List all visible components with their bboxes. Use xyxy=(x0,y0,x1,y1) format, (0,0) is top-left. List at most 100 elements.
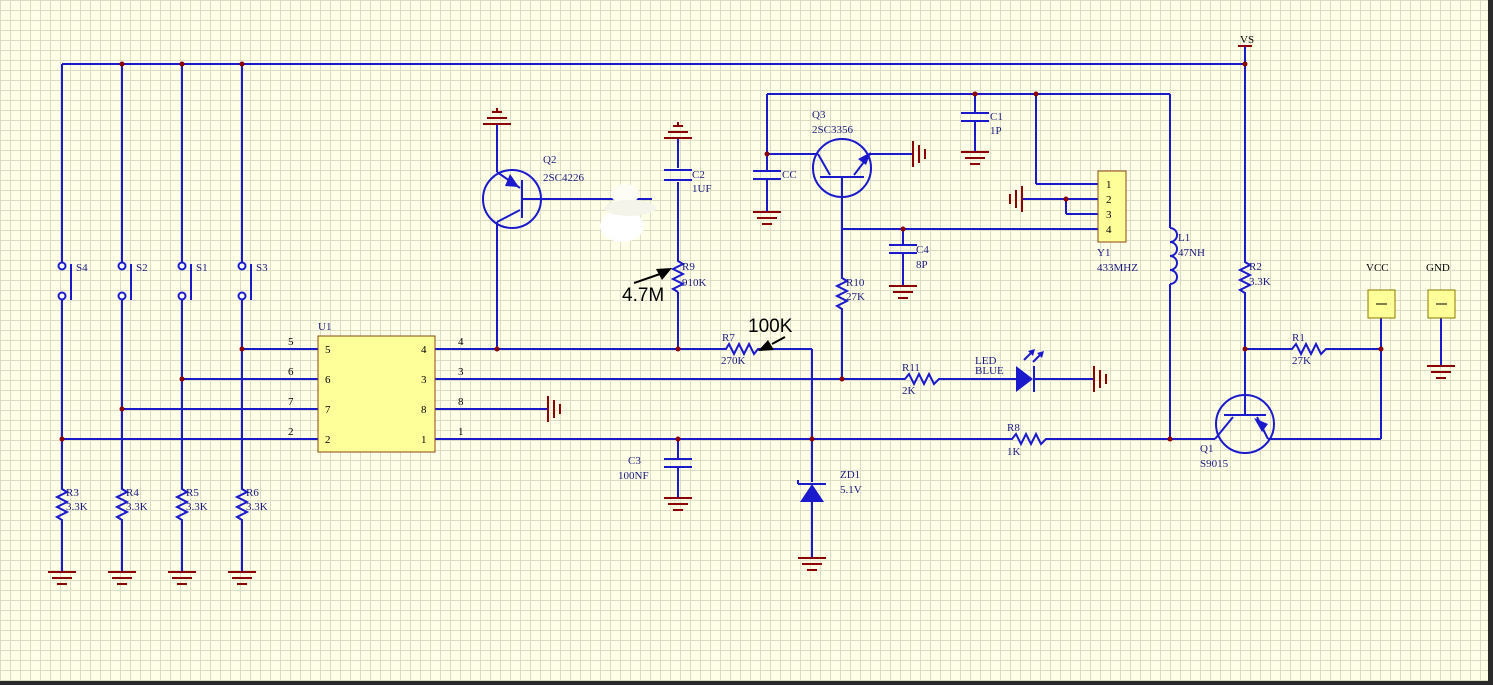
resistor-r10: R10 27K xyxy=(834,268,865,318)
ic-outer-pin: 1 xyxy=(458,426,464,438)
gnd-label: GND xyxy=(1426,262,1450,274)
r8-value: 1K xyxy=(1007,446,1021,458)
y1-pin: 1 xyxy=(1106,179,1112,191)
ic-outer-pin: 6 xyxy=(288,366,294,378)
q2-ref: Q2 xyxy=(543,154,556,166)
r1-value: 27K xyxy=(1292,355,1311,367)
switch-s1: S1 xyxy=(177,261,208,301)
c1-ref: C1 xyxy=(990,111,1003,123)
switches: S4 S2 S1 S3 xyxy=(57,261,268,301)
ground-icon xyxy=(1427,365,1455,379)
resistor-r4: R4 3.3K xyxy=(114,486,148,524)
c4-ref: C4 xyxy=(916,244,929,256)
y1-pin: 4 xyxy=(1106,224,1112,236)
ic-pin: 4 xyxy=(421,344,427,356)
ground-icon xyxy=(168,571,196,585)
saw-resonator-y1: 1 2 3 4 Y1 433MHZ xyxy=(1097,170,1138,274)
q3-ref: Q3 xyxy=(812,109,826,121)
ic-outer-pin: 2 xyxy=(288,426,294,438)
switch-s4: S4 xyxy=(57,261,88,301)
resistor-value: 3.3K xyxy=(66,501,88,513)
c3-value: 100NF xyxy=(618,470,649,482)
ground-icon xyxy=(664,497,692,511)
r10-ref: R10 xyxy=(846,277,865,289)
l1-ref: L1 xyxy=(1178,232,1190,244)
gnd-connector[interactable]: GND xyxy=(1426,262,1456,319)
led-value: BLUE xyxy=(975,365,1004,377)
capacitor-c2: C2 1UF xyxy=(664,169,712,195)
resistor-ref: R6 xyxy=(246,487,259,499)
r7-annotation: 100K xyxy=(748,316,793,337)
resistor-value: 3.3K xyxy=(126,501,148,513)
switch-label: S1 xyxy=(196,262,208,274)
resistor-ref: R4 xyxy=(126,487,139,499)
resistor-r5: R5 3.3K xyxy=(174,486,208,524)
ground-icon xyxy=(228,571,256,585)
ic-outer-pin: 3 xyxy=(458,366,464,378)
r2-ref: R2 xyxy=(1249,261,1262,273)
resistor-value: 3.3K xyxy=(246,501,268,513)
ic-ref: U1 xyxy=(318,321,331,333)
r7-value: 270K xyxy=(721,355,746,367)
ic-pin: 8 xyxy=(421,404,427,416)
c4-value: 8P xyxy=(916,259,928,271)
q3-part: 2SC3356 xyxy=(812,124,853,136)
ic-pin: 2 xyxy=(325,434,331,446)
l1-value: 47NH xyxy=(1178,247,1205,259)
whiteout-patch xyxy=(600,184,656,242)
switch-s2: S2 xyxy=(117,261,148,301)
c3-ref: C3 xyxy=(628,455,641,467)
c2-ref: C2 xyxy=(692,169,705,181)
inductor-l1: L1 47NH xyxy=(1169,227,1205,290)
r1-ref: R1 xyxy=(1292,332,1305,344)
vs-label: VS xyxy=(1240,34,1254,46)
c2-value: 1UF xyxy=(692,183,712,195)
transistor-q2: Q2 2SC4226 xyxy=(482,154,584,229)
r8-ref: R8 xyxy=(1007,422,1020,434)
vcc-connector[interactable]: VCC xyxy=(1366,262,1396,319)
capacitor-cc: CC xyxy=(753,169,797,181)
ic-outer-pin: 4 xyxy=(458,336,464,348)
cc-ref: CC xyxy=(782,169,797,181)
r9-value: 910K xyxy=(682,277,707,289)
ic-outer-pin: 7 xyxy=(288,396,294,408)
switch-label: S4 xyxy=(76,262,88,274)
ground-icon xyxy=(889,285,917,299)
ic-pin: 6 xyxy=(325,374,331,386)
schematic-canvas: VS VCC GND S4 S2 S1 S3 R3 3.3K R4 3.3K R… xyxy=(0,0,1493,685)
y1-ref: Y1 xyxy=(1097,247,1110,259)
capacitor-c1: C1 1P xyxy=(961,111,1003,137)
ground-icon xyxy=(961,151,989,165)
wires xyxy=(61,46,1442,572)
zd1-ref: ZD1 xyxy=(840,469,860,481)
r2-value: 3.3K xyxy=(1249,276,1271,288)
q2-part: 2SC4226 xyxy=(543,172,584,184)
ground-icon xyxy=(1009,186,1023,212)
r11-value: 2K xyxy=(902,385,916,397)
resistor-r7: R7 270K 100K xyxy=(721,316,793,367)
y1-pin: 3 xyxy=(1106,209,1112,221)
switch-s3: S3 xyxy=(237,261,268,301)
ground-icon xyxy=(912,141,926,167)
vs-power-symbol: VS xyxy=(1238,34,1254,47)
capacitor-c4: C4 8P xyxy=(889,244,929,271)
resistor-r9: R9 910K 4.7M xyxy=(622,258,707,306)
window-edge-right xyxy=(1488,0,1493,685)
ic-pin: 7 xyxy=(325,404,331,416)
resistor-value: 3.3K xyxy=(186,501,208,513)
q1-ref: Q1 xyxy=(1200,443,1213,455)
switch-label: S3 xyxy=(256,262,268,274)
resistor-ref: R5 xyxy=(186,487,199,499)
vcc-label: VCC xyxy=(1366,262,1389,274)
zener-zd1: ZD1 5.1V xyxy=(797,469,862,502)
resistor-r6: R6 3.3K xyxy=(234,486,268,524)
resistor-r1: R1 27K xyxy=(1285,332,1335,367)
ground-icon xyxy=(48,571,76,585)
transistor-q3: Q3 2SC3356 xyxy=(812,109,872,198)
ground-icon xyxy=(798,557,826,571)
ground-icon xyxy=(483,108,511,125)
switch-label: S2 xyxy=(136,262,148,274)
resistor-r11: R11 2K xyxy=(900,362,945,397)
led-blue: LED BLUE xyxy=(975,349,1044,392)
q1-part: S9015 xyxy=(1200,458,1229,470)
